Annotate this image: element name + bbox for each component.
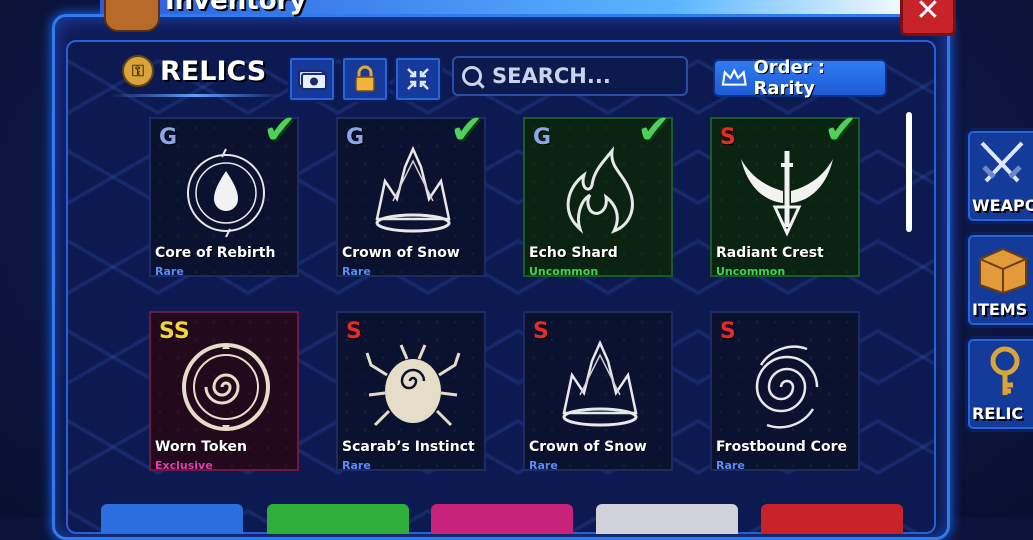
relic-card[interactable]: G ✔ Core of Rebirth Rare (149, 107, 299, 278)
bottom-button[interactable] (596, 504, 738, 534)
relic-name: Frostbound Core (716, 439, 847, 455)
close-button[interactable]: ✕ (900, 0, 956, 36)
bottom-button[interactable] (761, 504, 903, 534)
key-icon (990, 346, 1020, 395)
relic-card[interactable]: SS Worn Token Exclusive (149, 311, 299, 472)
crown-icon (375, 145, 451, 233)
order-button[interactable]: Order : Rarity (713, 57, 887, 99)
relic-card[interactable]: G ✔ Echo Shard Uncommon (523, 107, 673, 278)
relic-rarity: Uncommon (716, 265, 786, 278)
relic-rarity: Rare (342, 459, 371, 472)
relic-card[interactable]: S ✔ Radiant Crest Uncommon (710, 107, 860, 278)
relic-name: Scarab’s Instinct (342, 439, 475, 455)
window-title: Inventory (165, 0, 307, 16)
bottom-button[interactable] (267, 504, 409, 534)
relic-name: Crown of Snow (342, 245, 460, 261)
lock-button[interactable] (341, 56, 389, 102)
tab-weapons[interactable]: WEAPO (965, 128, 1033, 224)
grade-label: S (720, 125, 736, 150)
order-label: Order : Rarity (753, 57, 826, 99)
grade-label: G (533, 125, 552, 150)
collapse-button[interactable] (394, 56, 442, 102)
relic-rarity: Rare (155, 265, 184, 278)
relic-name: Worn Token (155, 439, 248, 455)
search-box[interactable] (452, 56, 688, 96)
relic-card[interactable]: S Frostbound Core Rare (710, 311, 860, 472)
relic-card[interactable]: G ✔ Crown of Snow Rare (336, 107, 486, 278)
scrollbar[interactable] (906, 112, 912, 232)
key-icon: ⚿ (122, 55, 154, 87)
crown-icon (562, 339, 638, 427)
collapse-arrows-icon (407, 68, 429, 90)
relic-rarity: Uncommon (529, 265, 599, 278)
box-icon (979, 247, 1027, 295)
flame-icon (566, 146, 634, 234)
search-icon (462, 66, 482, 86)
sell-button[interactable] (288, 56, 336, 102)
crown-icon (721, 68, 747, 86)
money-icon (298, 70, 327, 90)
crossed-swords-icon (980, 141, 1024, 183)
relics-header: ⚿ RELICS (122, 55, 266, 87)
grade-label: S (533, 319, 549, 344)
tab-label: RELIC (972, 404, 1024, 423)
grade-label: S (346, 319, 362, 344)
grade-label: G (346, 125, 365, 150)
tab-items[interactable]: ITEMS (965, 232, 1033, 328)
bag-icon (104, 0, 160, 32)
vortex-icon (755, 345, 819, 429)
winged-crest-icon (741, 151, 833, 237)
page-title: RELICS (160, 55, 267, 87)
title-underline (110, 94, 282, 97)
grade-label: S (720, 319, 736, 344)
relic-rarity: Exclusive (155, 459, 213, 472)
relic-rarity: Rare (529, 459, 558, 472)
relic-card[interactable]: S Crown of Snow Rare (523, 311, 673, 472)
relic-name: Radiant Crest (716, 245, 824, 261)
relic-name: Core of Rebirth (155, 245, 276, 261)
spiral-token-icon (182, 343, 270, 431)
relic-name: Echo Shard (529, 245, 618, 261)
relic-rarity: Rare (716, 459, 745, 472)
bottom-button[interactable] (431, 504, 573, 534)
grade-label: G (159, 125, 178, 150)
droplet-icon (187, 148, 265, 238)
relic-name: Crown of Snow (529, 439, 647, 455)
relic-card[interactable]: S Scarab’s Instinct Rare (336, 311, 486, 472)
tab-label: WEAPO (972, 196, 1033, 215)
lock-icon (355, 65, 375, 92)
tab-relics[interactable]: RELIC (965, 336, 1033, 432)
tab-label: ITEMS (972, 300, 1028, 319)
relic-rarity: Rare (342, 265, 371, 278)
scarab-icon (365, 344, 461, 427)
search-input[interactable] (490, 63, 684, 89)
bottom-button[interactable] (101, 504, 243, 534)
